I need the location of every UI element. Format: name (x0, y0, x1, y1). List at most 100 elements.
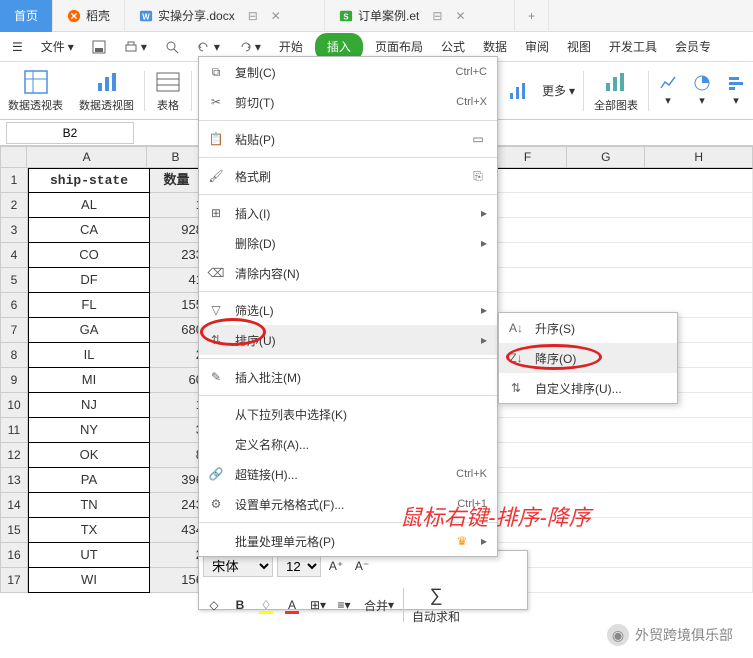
ribbon-view[interactable]: 视图 (561, 33, 597, 61)
line-chart-button[interactable]: ▾ (651, 62, 685, 119)
border-button[interactable]: ⊞▾ (307, 594, 329, 616)
sort-asc[interactable]: A↓升序(S) (499, 313, 677, 343)
all-charts-button[interactable]: 全部图表 (586, 62, 646, 119)
row-header[interactable]: 11 (0, 418, 28, 443)
row-header[interactable]: 7 (0, 318, 28, 343)
ctx-define-name[interactable]: 定义名称(A)... (199, 429, 497, 459)
size-select[interactable]: 12 (277, 555, 321, 577)
row-header[interactable]: 17 (0, 568, 28, 593)
more-button[interactable]: 更多▾ (536, 82, 581, 99)
row-header[interactable]: 4 (0, 243, 28, 268)
tab-home[interactable]: 首页 (0, 0, 53, 32)
cell[interactable]: PA (28, 468, 150, 493)
sort-desc[interactable]: Z↓降序(O) (499, 343, 677, 373)
row-header[interactable]: 6 (0, 293, 28, 318)
inc-font-button[interactable]: A⁺ (325, 555, 347, 577)
font-color-button[interactable]: A (281, 594, 303, 616)
ctx-filter[interactable]: ▽筛选(L)▸ (199, 295, 497, 325)
ctx-insert[interactable]: ⊞插入(I)▸ (199, 198, 497, 228)
col-header-H[interactable]: H (645, 146, 753, 168)
cell[interactable]: AL (28, 193, 150, 218)
tab-close-icon[interactable]: ⊟ (432, 9, 442, 23)
sort-custom[interactable]: ⇅自定义排序(U)... (499, 373, 677, 403)
tab-doc1[interactable]: W 实操分享.docx ⊟ ✕ (125, 0, 325, 32)
row-header[interactable]: 9 (0, 368, 28, 393)
cell[interactable]: GA (28, 318, 150, 343)
bold-button[interactable]: B (229, 594, 251, 616)
autosum-button[interactable]: ∑ 自动求和 (412, 585, 460, 625)
bar-chart-button[interactable]: ▾ (719, 62, 753, 119)
ribbon-review[interactable]: 审阅 (519, 33, 555, 61)
col-header-B[interactable]: B (147, 146, 206, 168)
row-header[interactable]: 1 (0, 168, 28, 193)
col-header-F[interactable]: F (489, 146, 567, 168)
vip-icon: ♛ (453, 534, 471, 548)
tab-close-icon[interactable]: ✕ (455, 9, 465, 23)
ctx-hyperlink[interactable]: 🔗超链接(H)...Ctrl+K (199, 459, 497, 489)
row-header[interactable]: 10 (0, 393, 28, 418)
row-header[interactable]: 3 (0, 218, 28, 243)
chart-button[interactable] (500, 62, 536, 119)
ctx-delete[interactable]: 删除(D)▸ (199, 228, 497, 258)
cell[interactable]: MI (28, 368, 150, 393)
ctx-dropdown-select[interactable]: 从下拉列表中选择(K) (199, 399, 497, 429)
menu-button[interactable]: ☰ (6, 33, 29, 61)
row-header[interactable]: 14 (0, 493, 28, 518)
clear-format-button[interactable]: ◇ (203, 594, 225, 616)
ctx-format-painter[interactable]: 🖌格式刷⎘ (199, 161, 497, 191)
cell[interactable]: IL (28, 343, 150, 368)
cell[interactable]: CA (28, 218, 150, 243)
cell[interactable]: OK (28, 443, 150, 468)
ctx-copy[interactable]: ⧉复制(C)Ctrl+C (199, 57, 497, 87)
ctx-clear[interactable]: ⌫清除内容(N) (199, 258, 497, 288)
preview-icon[interactable] (159, 33, 185, 61)
ctx-comment[interactable]: ✎插入批注(M) (199, 362, 497, 392)
format-painter-ext-icon[interactable]: ⎘ (469, 169, 487, 184)
table-button[interactable]: 表格 (147, 62, 189, 119)
name-box[interactable] (6, 122, 134, 144)
font-select[interactable]: 宋体 (203, 555, 273, 577)
ribbon-dev[interactable]: 开发工具 (603, 33, 663, 61)
ctx-cut[interactable]: ✂剪切(T)Ctrl+X (199, 87, 497, 117)
tab-close-icon[interactable]: ✕ (271, 9, 281, 23)
ribbon-vip[interactable]: 会员专 (669, 33, 717, 61)
pivot-chart-button[interactable]: 数据透视图 (71, 62, 142, 119)
cell[interactable]: TN (28, 493, 150, 518)
print-icon[interactable]: ▾ (118, 33, 153, 61)
col-header-A[interactable]: A (27, 146, 146, 168)
cell[interactable]: UT (28, 543, 150, 568)
pie-chart-button[interactable]: ▾ (685, 62, 719, 119)
col-header-G[interactable]: G (567, 146, 645, 168)
cell[interactable]: NJ (28, 393, 150, 418)
cell[interactable]: ship-state (28, 168, 150, 193)
tab-doc2[interactable]: S 订单案例.et ⊟ ✕ (325, 0, 515, 32)
pivot-table-button[interactable]: 数据透视表 (0, 62, 71, 119)
fill-color-button[interactable]: ♢ (255, 594, 277, 616)
row-header[interactable]: 13 (0, 468, 28, 493)
row-header[interactable]: 12 (0, 443, 28, 468)
cell[interactable]: FL (28, 293, 150, 318)
ctx-paste[interactable]: 📋粘贴(P)▭ (199, 124, 497, 154)
tab-docker[interactable]: 稻壳 (53, 0, 125, 32)
align-button[interactable]: ≡▾ (333, 594, 355, 616)
cell[interactable]: TX (28, 518, 150, 543)
select-all-corner[interactable] (0, 146, 27, 168)
save-icon[interactable] (86, 33, 112, 61)
merge-button[interactable]: 合并▾ (359, 594, 399, 616)
file-menu[interactable]: 文件▾ (35, 33, 80, 61)
row-header[interactable]: 16 (0, 543, 28, 568)
cell[interactable]: WI (28, 568, 150, 593)
cell[interactable]: DF (28, 268, 150, 293)
cell[interactable]: NY (28, 418, 150, 443)
row-header[interactable]: 2 (0, 193, 28, 218)
row-header[interactable]: 8 (0, 343, 28, 368)
row-header[interactable]: 15 (0, 518, 28, 543)
tab-new[interactable]: + (515, 0, 549, 32)
ctx-sort[interactable]: ⇅排序(U)▸ (199, 325, 497, 355)
dec-font-button[interactable]: A⁻ (351, 555, 373, 577)
paste-special-icon[interactable]: ▭ (469, 132, 487, 146)
row-header[interactable]: 5 (0, 268, 28, 293)
tab-close-icon[interactable]: ⊟ (248, 9, 258, 23)
cell[interactable]: CO (28, 243, 150, 268)
et-icon: S (339, 9, 353, 23)
